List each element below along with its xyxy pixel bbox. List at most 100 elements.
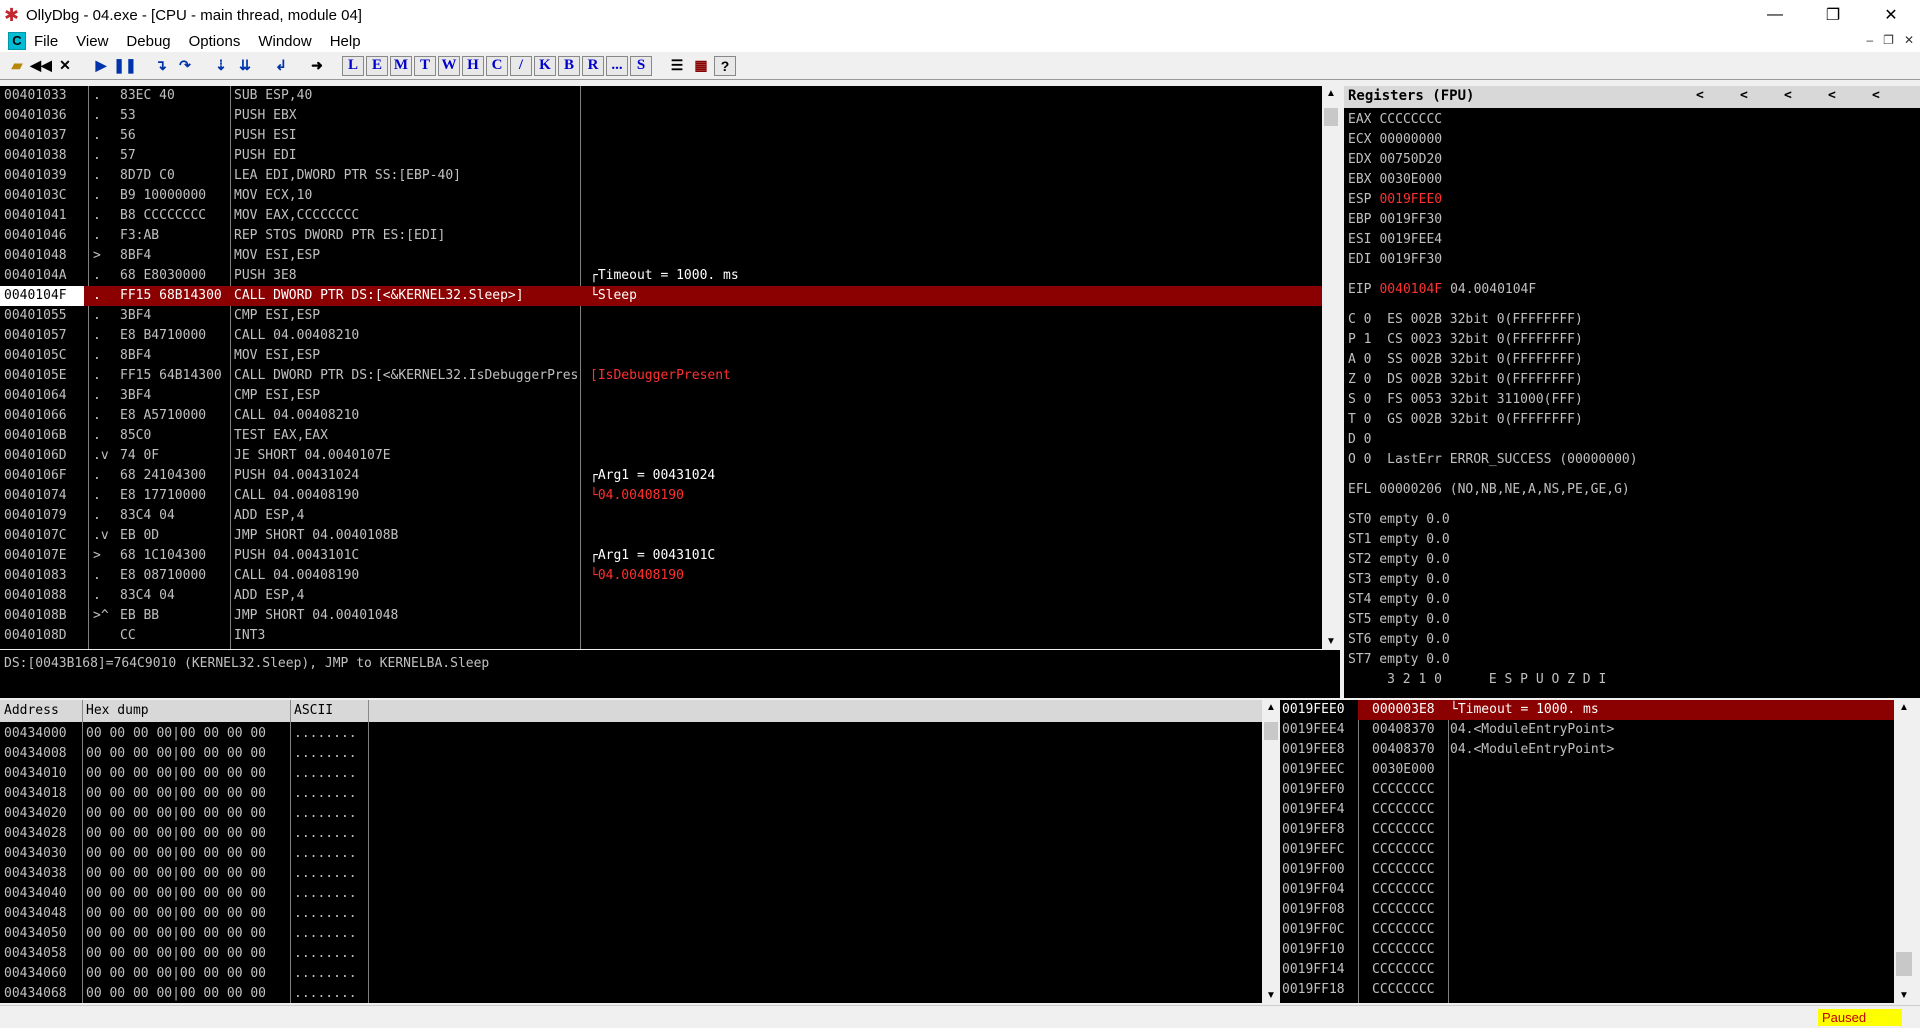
disasm-row[interactable]: 00401055. 3BF4 CMP ESI,ESP [0, 306, 1322, 326]
flag-segment-row[interactable]: O 0 LastErr ERROR_SUCCESS (00000000) [1348, 450, 1916, 470]
breakpoints-button[interactable]: B [558, 55, 580, 76]
disasm-row[interactable]: 00401033. 83EC 40 SUB ESP,40 [0, 86, 1322, 106]
help-button[interactable]: ? [714, 55, 736, 76]
scroll-down-icon[interactable]: ▼ [1262, 990, 1280, 1001]
menu-file[interactable]: File [34, 33, 58, 50]
disasm-row[interactable]: 00401057. E8 B4710000 CALL 04.00408210 [0, 326, 1322, 346]
stack-row[interactable]: 0019FEF4 CCCCCCCC [1280, 800, 1894, 820]
reg-nav-3[interactable]: < [1784, 88, 1792, 103]
register-ebp[interactable]: EBP 0019FF30 [1348, 210, 1916, 230]
dump-row[interactable]: 00434008 00 00 00 00|00 00 00 00........ [0, 744, 1262, 764]
stack-row[interactable]: 0019FEE4 00408370 04.<ModuleEntryPoint> [1280, 720, 1894, 740]
register-ebx[interactable]: EBX 0030E000 [1348, 170, 1916, 190]
flag-segment-row[interactable]: T 0 GS 002B 32bit 0(FFFFFFFF) [1348, 410, 1916, 430]
mdi-minimize-button[interactable]: – [1866, 33, 1873, 47]
disasm-row[interactable]: 0040106F. 68 24104300 PUSH 04.00431024 ┌Arg… [0, 466, 1322, 486]
open-icon[interactable]: ▰ [6, 56, 28, 76]
reg-nav-5[interactable]: < [1872, 88, 1880, 103]
fpu-register-row[interactable]: ST4 empty 0.0 [1348, 590, 1916, 610]
disasm-row[interactable]: 00401074. E8 17710000 CALL 04.00408190 └04.… [0, 486, 1322, 506]
call-stack-button[interactable]: K [534, 55, 556, 76]
menu-debug[interactable]: Debug [126, 33, 170, 50]
source-button[interactable]: S [630, 55, 652, 76]
disasm-row[interactable]: 0040108D CC INT3 [0, 626, 1322, 646]
handles-button[interactable]: H [462, 55, 484, 76]
scroll-up-icon[interactable]: ▲ [1262, 702, 1280, 713]
register-ecx[interactable]: ECX 00000000 [1348, 130, 1916, 150]
scroll-down-icon[interactable]: ▼ [1894, 990, 1914, 1001]
trace-into-icon[interactable]: ⇣ [210, 56, 232, 76]
dump-row[interactable]: 00434040 00 00 00 00|00 00 00 00........ [0, 884, 1262, 904]
references-button[interactable]: R [582, 55, 604, 76]
disasm-row[interactable]: 0040107C .v EB 0D JMP SHORT 04.0040108B [0, 526, 1322, 546]
stack-row[interactable]: 0019FEFC CCCCCCCC [1280, 840, 1894, 860]
disasm-row[interactable]: 00401041. B8 CCCCCCCC MOV EAX,CCCCCCCC [0, 206, 1322, 226]
flag-segment-row[interactable]: D 0 [1348, 430, 1916, 450]
pause-icon[interactable]: ❚❚ [113, 56, 136, 76]
stack-row[interactable]: 0019FF10 CCCCCCCC [1280, 940, 1894, 960]
stack-row[interactable]: 0019FEF0 CCCCCCCC [1280, 780, 1894, 800]
dump-row[interactable]: 00434010 00 00 00 00|00 00 00 00........ [0, 764, 1262, 784]
eflags-row[interactable]: EFL 00000206 (NO,NB,NE,A,NS,PE,GE,G) [1348, 480, 1916, 500]
scroll-down-icon[interactable]: ▼ [1322, 636, 1340, 647]
disasm-row[interactable]: 00401037. 56 PUSH ESI [0, 126, 1322, 146]
disasm-row[interactable]: 0040106D .v 74 0F JE SHORT 04.0040107E [0, 446, 1322, 466]
disasm-row[interactable]: 0040105C. 8BF4 MOV ESI,ESP [0, 346, 1322, 366]
menu-options[interactable]: Options [189, 33, 241, 50]
dump-row[interactable]: 00434000 00 00 00 00|00 00 00 00........ [0, 724, 1262, 744]
dump-row[interactable]: 00434050 00 00 00 00|00 00 00 00........ [0, 924, 1262, 944]
dump-row[interactable]: 00434038 00 00 00 00|00 00 00 00........ [0, 864, 1262, 884]
restore-button[interactable]: ❐ [1804, 0, 1862, 30]
disassembly-pane[interactable]: 00401033. 83EC 40 SUB ESP,40 00401036. 53 PUS… [0, 86, 1322, 649]
dump-pane[interactable]: Address Hex dump ASCII 00434000 00 00 00 … [0, 700, 1262, 1003]
register-eip[interactable]: EIP 0040104F 04.0040104F [1348, 280, 1916, 300]
dump-row[interactable]: 00434048 00 00 00 00|00 00 00 00........ [0, 904, 1262, 924]
register-esp[interactable]: ESP 0019FEE0 [1348, 190, 1916, 210]
reg-nav-1[interactable]: < [1696, 88, 1704, 103]
stack-row[interactable]: 0019FEEC 0030E000 [1280, 760, 1894, 780]
dump-col-hex[interactable]: Hex dump [86, 703, 149, 718]
scroll-up-icon[interactable]: ▲ [1894, 702, 1914, 713]
fpu-register-row[interactable]: ST2 empty 0.0 [1348, 550, 1916, 570]
disasm-row[interactable]: 00401079. 83C4 04 ADD ESP,4 [0, 506, 1322, 526]
dump-row[interactable]: 00434020 00 00 00 00|00 00 00 00........ [0, 804, 1262, 824]
dump-row[interactable]: 00434018 00 00 00 00|00 00 00 00........ [0, 784, 1262, 804]
flag-segment-row[interactable]: A 0 SS 002B 32bit 0(FFFFFFFF) [1348, 350, 1916, 370]
stack-row[interactable]: 0019FF0C CCCCCCCC [1280, 920, 1894, 940]
disasm-row[interactable]: 00401038. 57 PUSH EDI [0, 146, 1322, 166]
flag-segment-row[interactable]: Z 0 DS 002B 32bit 0(FFFFFFFF) [1348, 370, 1916, 390]
cpu-button[interactable]: C [486, 55, 508, 76]
disasm-row[interactable]: 00401066. E8 A5710000 CALL 04.00408210 [0, 406, 1322, 426]
close-program-icon[interactable]: ✕ [54, 56, 76, 76]
dump-scrollbar[interactable]: ▲ ▼ [1262, 700, 1280, 1003]
goto-icon[interactable]: ➜ [306, 56, 328, 76]
stack-row[interactable]: 0019FF00 CCCCCCCC [1280, 860, 1894, 880]
dump-col-address[interactable]: Address [4, 703, 59, 718]
disasm-row[interactable]: 00401064. 3BF4 CMP ESI,ESP [0, 386, 1322, 406]
flag-segment-row[interactable]: P 1 CS 0023 32bit 0(FFFFFFFF) [1348, 330, 1916, 350]
fpu-register-row[interactable]: ST1 empty 0.0 [1348, 530, 1916, 550]
registers-pane[interactable]: Registers (FPU) < < < < < EAX CCCCCCCC ECX… [1344, 86, 1920, 698]
disasm-row[interactable]: 0040108B >^ EB BB JMP SHORT 04.00401048 [0, 606, 1322, 626]
disasm-row[interactable]: 00401048 >8BF4 MOV ESI,ESP [0, 246, 1322, 266]
register-eax[interactable]: EAX CCCCCCCC [1348, 110, 1916, 130]
stack-row[interactable]: 0019FF14 CCCCCCCC [1280, 960, 1894, 980]
register-esi[interactable]: ESI 0019FEE4 [1348, 230, 1916, 250]
stack-row[interactable]: 0019FF18 CCCCCCCC [1280, 980, 1894, 1000]
disasm-row[interactable]: 00401036. 53 PUSH EBX [0, 106, 1322, 126]
execute-till-return-icon[interactable]: ↲ [270, 56, 292, 76]
restart-icon[interactable]: ◀◀ [30, 56, 52, 76]
trace-over-icon[interactable]: ⇊ [234, 56, 256, 76]
dump-row[interactable]: 00434060 00 00 00 00|00 00 00 00........ [0, 964, 1262, 984]
list-icon[interactable]: ☰ [666, 56, 688, 76]
stack-row[interactable]: 0019FF04 CCCCCCCC [1280, 880, 1894, 900]
disasm-row[interactable]: 0040106B. 85C0 TEST EAX,EAX [0, 426, 1322, 446]
disasm-row[interactable]: 00401083. E8 08710000 CALL 04.00408190 └04.… [0, 566, 1322, 586]
dump-row[interactable]: 00434030 00 00 00 00|00 00 00 00........ [0, 844, 1262, 864]
flag-segment-row[interactable]: S 0 FS 0053 32bit 311000(FFF) [1348, 390, 1916, 410]
menu-help[interactable]: Help [330, 33, 361, 50]
dump-col-ascii[interactable]: ASCII [294, 703, 333, 718]
run-icon[interactable]: ▶ [90, 56, 112, 76]
executable-modules-button[interactable]: E [366, 55, 388, 76]
fpu-register-row[interactable]: ST5 empty 0.0 [1348, 610, 1916, 630]
